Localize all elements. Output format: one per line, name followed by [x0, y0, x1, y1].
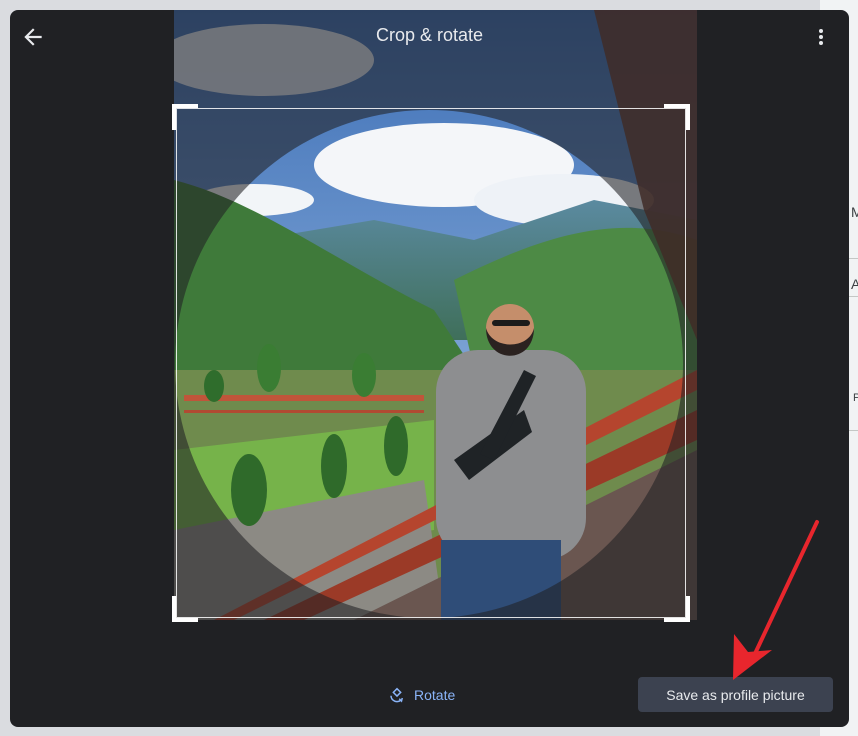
background-letter: A — [851, 276, 858, 292]
rotate-button[interactable]: Rotate — [388, 680, 455, 710]
background-letter: P — [853, 392, 858, 404]
crop-rotate-dialog: Crop & rotate Rotate Save as profile pic… — [10, 10, 849, 727]
crop-handle-bottom-right[interactable] — [664, 596, 690, 622]
crop-handle-top-left[interactable] — [172, 104, 198, 130]
rotate-label: Rotate — [414, 687, 456, 703]
crop-frame[interactable] — [172, 104, 690, 622]
more-vert-icon — [819, 29, 823, 45]
crop-handle-top-right[interactable] — [664, 104, 690, 130]
dialog-title: Crop & rotate — [375, 25, 484, 45]
more-options-button[interactable] — [810, 24, 832, 50]
background-letter: M — [851, 204, 858, 220]
rotate-icon — [388, 686, 406, 704]
save-as-profile-picture-button[interactable]: Save as profile picture — [638, 677, 833, 712]
crop-handle-bottom-left[interactable] — [172, 596, 198, 622]
